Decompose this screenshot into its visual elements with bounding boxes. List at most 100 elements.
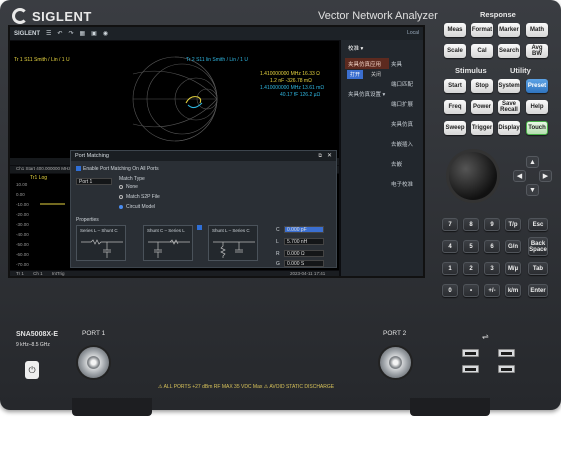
numpad-tp[interactable]: T/p (505, 218, 521, 231)
key-meas[interactable]: Meas (444, 23, 466, 37)
numpad-6[interactable]: 6 (484, 240, 500, 253)
port-select[interactable]: Port 1 (76, 178, 112, 185)
arrow-right-key[interactable]: ▶ (539, 170, 552, 182)
brand-name: SIGLENT (32, 8, 92, 24)
key-scale[interactable]: Scale (444, 44, 466, 58)
port-matching-dialog: Port Matching ⧉ ✕ Enable Port Matching O… (70, 150, 337, 268)
menu-icon[interactable]: ☰ (46, 30, 51, 37)
key-backspace[interactable]: Back Space (528, 237, 548, 256)
key-start[interactable]: Start (444, 79, 466, 93)
key-display[interactable]: Display (498, 121, 520, 135)
redo-icon[interactable]: ↷ (68, 30, 73, 37)
numpad-2[interactable]: 2 (463, 262, 479, 275)
side-right-item[interactable]: 电子校准 (391, 180, 413, 188)
usb-port-1[interactable] (462, 349, 479, 357)
option-s2p-radio[interactable] (119, 195, 123, 199)
key-avg-bw[interactable]: Avg BW (526, 44, 548, 58)
dialog-help-icon[interactable]: ⧉ (318, 153, 322, 159)
fixture-sim-on[interactable]: 打开 (347, 70, 364, 79)
key-preset[interactable]: Preset (526, 79, 548, 93)
numpad-7[interactable]: 7 (442, 218, 458, 231)
numpad-8[interactable]: 8 (463, 218, 479, 231)
option-none-radio[interactable] (119, 185, 123, 189)
side-right-item[interactable]: 端口匹配 (391, 80, 413, 88)
side-right-item[interactable]: 夹具 (391, 60, 402, 68)
param-l-input[interactable]: 5.700 nH (284, 238, 324, 245)
usb-port-2[interactable] (498, 349, 515, 357)
port1-connector[interactable] (78, 347, 109, 378)
param-g-input[interactable]: 0.000 S (284, 260, 324, 267)
properties-label: Properties (76, 217, 99, 223)
layout-icon[interactable]: ▦ (79, 30, 85, 37)
key-touch[interactable]: Touch (526, 121, 548, 135)
key-math[interactable]: Math (526, 23, 548, 37)
side-right-item[interactable]: 夹具仿真 (391, 120, 413, 128)
fixture-sim-app-item[interactable]: 夹具仿真应用 (345, 58, 389, 69)
numpad-km[interactable]: k/m (505, 284, 521, 297)
port2-connector[interactable] (380, 347, 411, 378)
brand-logo: SIGLENT (12, 8, 92, 24)
numpad-3[interactable]: 3 (484, 262, 500, 275)
param-r-label: R (276, 251, 280, 257)
status-trig: IntTrig (51, 271, 65, 276)
siglent-logo-icon (12, 8, 28, 24)
circuit-selected-checkbox[interactable] (197, 225, 202, 230)
side-right-item[interactable]: 去嵌 (391, 160, 402, 168)
key-cal[interactable]: Cal (471, 44, 493, 58)
key-enter[interactable]: Enter (528, 284, 548, 297)
numpad-dot[interactable]: • (463, 284, 479, 297)
screen-toolbar: SIGLENT ☰ ↶ ↷ ▦ ▣ ◉ Local (10, 27, 423, 40)
key-format[interactable]: Format (471, 23, 493, 37)
usb-icon: ⇌ (482, 332, 489, 341)
circuit-option-2[interactable]: Shunt C – Series L (143, 225, 193, 261)
key-esc[interactable]: Esc (528, 218, 548, 231)
camera-icon[interactable]: ◉ (103, 30, 108, 37)
key-freq[interactable]: Freq (444, 100, 466, 114)
numpad-mu[interactable]: M/µ (505, 262, 521, 275)
enable-checkbox[interactable] (76, 166, 81, 171)
key-save-recall[interactable]: Save Recall (498, 100, 520, 114)
arrow-left-key[interactable]: ◀ (513, 170, 526, 182)
key-sweep[interactable]: Sweep (444, 121, 466, 135)
marker-readout-2: 1.2 nF -326.78 mΩ (270, 78, 312, 84)
dialog-close-icon[interactable]: ✕ (327, 152, 332, 159)
key-system[interactable]: System (498, 79, 520, 93)
rotary-knob[interactable] (449, 152, 497, 200)
numpad-0[interactable]: 0 (442, 284, 458, 297)
side-menu-header[interactable]: 校准 ▾ (345, 42, 423, 53)
key-marker[interactable]: Marker (498, 23, 520, 37)
key-tab[interactable]: Tab (528, 262, 548, 275)
marker-readout-4: 40.17 fF 126.2 µΩ (280, 92, 321, 98)
usb-port-4[interactable] (498, 365, 515, 373)
key-stop[interactable]: Stop (471, 79, 493, 93)
power-button[interactable]: ⏻ (25, 361, 39, 379)
numpad-9[interactable]: 9 (484, 218, 500, 231)
numpad-plus-minus[interactable]: +/- (484, 284, 500, 297)
safety-warning: ⚠ ALL PORTS +27 dBm RF MAX 35 VDC Max ⚠ … (158, 384, 335, 390)
side-right-item[interactable]: 去嵌插入 (391, 140, 413, 148)
numpad-4[interactable]: 4 (442, 240, 458, 253)
circuit-option-3[interactable]: Shunt L – Series C (208, 225, 258, 261)
fixture-sim-settings-item[interactable]: 夹具仿真设置 ▾ (345, 88, 389, 99)
circuit-option-1[interactable]: Series L – Shunt C (76, 225, 126, 261)
arrow-up-key[interactable]: ▲ (526, 156, 539, 168)
numpad-5[interactable]: 5 (463, 240, 479, 253)
param-c-input[interactable]: 0.000 pF (284, 226, 324, 233)
side-right-item[interactable]: 端口扩展 (391, 100, 413, 108)
arrow-down-key[interactable]: ▼ (526, 184, 539, 196)
usb-port-3[interactable] (462, 365, 479, 373)
key-help[interactable]: Help (526, 100, 548, 114)
key-trigger[interactable]: Trigger (471, 121, 493, 135)
save-icon[interactable]: ▣ (91, 30, 97, 37)
key-power[interactable]: Power (471, 100, 493, 114)
circuit-label-2: Shunt C – Series L (147, 228, 185, 233)
option-circuit-radio[interactable] (119, 205, 123, 209)
smith-chart-area[interactable]: Tr 1 S11 Smith / Lin / 1 U Tr 2 S11 lin … (10, 41, 339, 158)
fixture-sim-off[interactable]: 关闭 (368, 70, 384, 79)
numpad-gn[interactable]: G/n (505, 240, 521, 253)
param-r-input[interactable]: 0.000 Ω (284, 250, 324, 257)
undo-icon[interactable]: ↶ (57, 30, 62, 37)
key-search[interactable]: Search (498, 44, 520, 58)
numpad-1[interactable]: 1 (442, 262, 458, 275)
local-indicator: Local (407, 30, 419, 36)
